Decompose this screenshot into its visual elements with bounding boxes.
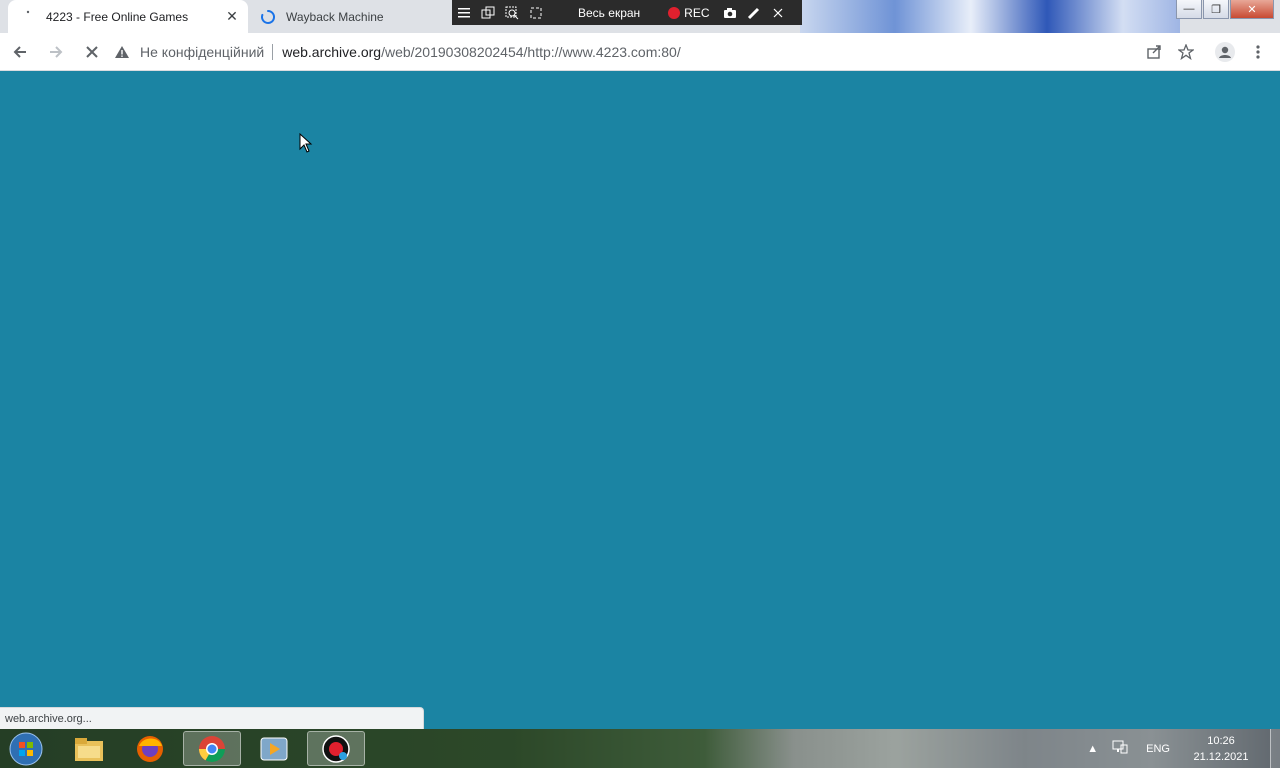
window-close-icon[interactable]: ✕ [1230, 0, 1274, 19]
mouse-cursor-icon [299, 132, 313, 158]
close-icon[interactable] [766, 0, 790, 25]
restore-icon[interactable]: ❐ [1203, 0, 1229, 19]
minimize-icon[interactable]: — [1176, 0, 1202, 19]
chrome-icon[interactable] [183, 731, 241, 766]
tab-title: Wayback Machine [286, 9, 384, 24]
record-button[interactable]: REC [668, 6, 717, 20]
profile-avatar-icon[interactable] [1210, 37, 1240, 67]
url-path: /web/20190308202454/http://www.4223.com:… [381, 44, 681, 60]
address-bar[interactable]: Не конфіденційний web.archive.org/web/20… [110, 37, 1210, 67]
title-bar: 4223 - Free Online Games ✕ Wayback Machi… [0, 0, 1280, 33]
share-icon[interactable] [1139, 37, 1169, 67]
show-hidden-icons-icon[interactable]: ▲ [1087, 743, 1098, 755]
page-content-area[interactable] [0, 71, 1280, 729]
record-label: REC [684, 5, 710, 20]
window-select-icon[interactable] [476, 0, 500, 25]
start-button-icon[interactable] [6, 730, 46, 768]
firefox-icon[interactable] [121, 731, 179, 766]
tab-close-icon[interactable]: ✕ [222, 7, 242, 27]
back-arrow-icon[interactable] [4, 36, 36, 68]
media-player-icon[interactable] [245, 731, 303, 766]
security-status-label[interactable]: Не конфіденційний [140, 44, 274, 60]
clock-date: 21.12.2021 [1193, 750, 1249, 763]
capture-mode-label[interactable]: Весь екран [548, 6, 668, 20]
screen: 4223 - Free Online Games ✕ Wayback Machi… [0, 0, 1280, 768]
tab-wayback-machine[interactable]: Wayback Machine [250, 0, 450, 33]
loading-favicon-icon [20, 9, 36, 25]
region-select-icon[interactable] [524, 0, 548, 25]
show-desktop-button[interactable] [1270, 729, 1280, 768]
clock[interactable]: 10:26 21.12.2021 [1188, 733, 1254, 765]
window-controls: — ❐ ✕ [1175, 0, 1274, 20]
network-icon[interactable] [1112, 740, 1128, 757]
url-text[interactable]: web.archive.org/web/20190308202454/http:… [282, 44, 681, 60]
pencil-icon[interactable] [742, 0, 766, 25]
zoom-region-icon[interactable] [500, 0, 524, 25]
menu-icon[interactable] [452, 0, 476, 25]
kebab-menu-icon[interactable] [1243, 37, 1273, 67]
stop-loading-icon[interactable] [76, 36, 108, 68]
bookmark-star-icon[interactable] [1171, 37, 1201, 67]
screen-recorder-app-icon[interactable] [307, 731, 365, 766]
tab-title: 4223 - Free Online Games [46, 9, 189, 24]
url-host: web.archive.org [282, 44, 382, 60]
clock-time: 10:26 [1207, 734, 1235, 747]
desktop-wallpaper-strip [800, 0, 1180, 33]
record-dot-icon [668, 6, 681, 19]
link-status-bubble: web.archive.org... [0, 707, 424, 729]
forward-arrow-icon[interactable] [40, 36, 72, 68]
windows-taskbar: ▲ ENG 10:26 21.12.2021 [0, 729, 1280, 768]
camera-icon[interactable] [718, 0, 742, 25]
language-indicator[interactable]: ENG [1146, 743, 1170, 755]
loading-spinner-icon [260, 9, 276, 25]
screen-recorder-toolbar: Весь екран REC [452, 0, 802, 25]
file-explorer-icon[interactable] [60, 731, 118, 766]
not-secure-warning-icon[interactable] [110, 45, 134, 59]
tab-4223-free-online-games[interactable]: 4223 - Free Online Games ✕ [8, 0, 248, 33]
system-tray: ▲ ENG 10:26 21.12.2021 [1087, 729, 1280, 768]
browser-toolbar: Не конфіденційний web.archive.org/web/20… [0, 33, 1280, 71]
